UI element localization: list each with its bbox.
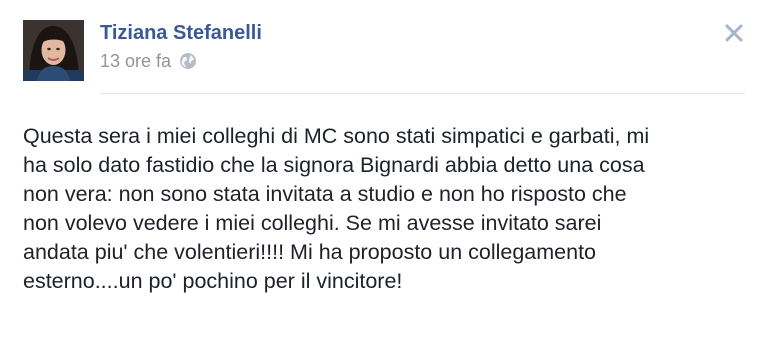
post-message-line: esterno....un po' pochino per il vincito… (23, 269, 403, 293)
post-message-line: ha solo dato fastidio che la signora Big… (23, 153, 645, 177)
post-message-line: Questa sera i miei colleghi di MC sono s… (23, 124, 650, 148)
author-avatar[interactable] (23, 20, 84, 81)
globe-icon[interactable] (179, 52, 197, 70)
post-message-line: non volevo vedere i miei colleghi. Se mi… (23, 211, 602, 235)
post-meta: 13 ore fa (100, 50, 197, 72)
author-name-link[interactable]: Tiziana Stefanelli (100, 20, 262, 46)
post-message-line: andata piu' che volentieri!!!! Mi ha pro… (23, 240, 597, 264)
close-icon[interactable] (723, 22, 745, 44)
post-message-line: non vera: non sono stata invitata a stud… (23, 182, 627, 206)
post-timestamp[interactable]: 13 ore fa (100, 50, 171, 72)
post-message: Questa sera i miei colleghi di MC sono s… (23, 122, 748, 296)
header-divider (100, 93, 745, 94)
avatar-photo (23, 20, 84, 81)
feed-post: Tiziana Stefanelli 13 ore fa Questa sera… (0, 0, 767, 349)
